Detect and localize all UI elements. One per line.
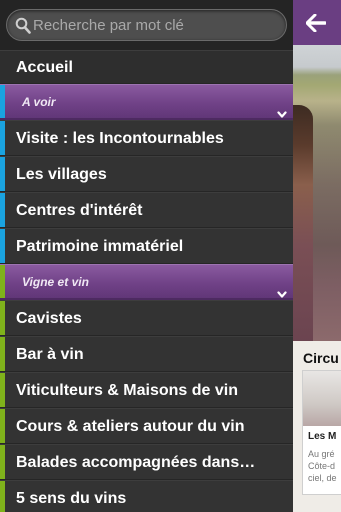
menu-item-villages[interactable]: Les villages: [0, 156, 293, 192]
category-color-bar: [0, 337, 5, 371]
card-text-line: ciel, de: [308, 473, 337, 483]
menu-item-label: Bar à vin: [16, 346, 84, 363]
card-title: Les M: [308, 431, 337, 442]
menu-item-centres-interet[interactable]: Centres d'intérêt: [0, 192, 293, 228]
back-arrow-icon[interactable]: [306, 13, 326, 32]
menu-item-balades[interactable]: Balades accompagnées dans…: [0, 444, 293, 480]
menu-item-accueil[interactable]: Accueil: [0, 50, 293, 84]
menu-item-patrimoine[interactable]: Patrimoine immatériel: [0, 228, 293, 264]
circuit-label: Circu: [303, 350, 339, 366]
menu-item-label: Cours & ateliers autour du vin: [16, 418, 245, 435]
card-text-line: Côte-d: [308, 461, 336, 471]
search-input[interactable]: [33, 10, 283, 40]
menu-item-5-sens[interactable]: 5 sens du vins: [0, 480, 293, 512]
category-color-bar: [0, 193, 5, 227]
menu-item-viticulteurs[interactable]: Viticulteurs & Maisons de vin: [0, 372, 293, 408]
hero-person: [293, 105, 313, 341]
section-a-voir[interactable]: A voir: [0, 84, 293, 120]
menu-item-label: Viticulteurs & Maisons de vin: [16, 382, 238, 399]
main-header: [293, 0, 341, 45]
main-content: Circu Les M Au gré Côte-d ciel, de: [293, 0, 341, 512]
hero-photo: [293, 45, 341, 341]
card-text: Au gré Côte-d ciel, de: [308, 448, 337, 484]
card-text-line: Au gré: [308, 449, 335, 459]
menu-item-visite[interactable]: Visite : les Incontournables: [0, 120, 293, 156]
category-color-bar: [0, 157, 5, 191]
category-color-bar: [0, 373, 5, 407]
menu-item-cavistes[interactable]: Cavistes: [0, 300, 293, 336]
category-color-bar: [0, 445, 5, 479]
navigation-drawer: Accueil A voir Visite : les Incontournab…: [0, 0, 293, 512]
category-color-bar: [0, 121, 5, 155]
menu-item-label: 5 sens du vins: [16, 490, 127, 507]
menu-item-cours-ateliers[interactable]: Cours & ateliers autour du vin: [0, 408, 293, 444]
search-box[interactable]: [6, 9, 287, 41]
menu-item-label: Visite : les Incontournables: [16, 130, 224, 147]
search-bar: [0, 0, 293, 50]
menu-item-label: Patrimoine immatériel: [16, 238, 184, 255]
search-icon: [15, 17, 31, 39]
menu-item-bar-a-vin[interactable]: Bar à vin: [0, 336, 293, 372]
category-color-bar: [0, 409, 5, 443]
menu-item-label: Centres d'intérêt: [16, 202, 143, 219]
menu-item-label: Cavistes: [16, 310, 82, 327]
category-color-bar: [0, 229, 5, 263]
category-color-bar: [0, 301, 5, 335]
menu-item-label: Balades accompagnées dans…: [16, 454, 256, 471]
section-color-bar: [0, 85, 5, 120]
circuit-card[interactable]: Les M Au gré Côte-d ciel, de: [302, 370, 341, 495]
section-vigne-et-vin[interactable]: Vigne et vin: [0, 264, 293, 300]
card-image: [303, 371, 341, 426]
section-color-bar: [0, 265, 5, 300]
menu-item-label: Les villages: [16, 166, 107, 183]
section-label: A voir: [22, 95, 56, 109]
category-color-bar: [0, 481, 5, 512]
section-label: Vigne et vin: [22, 275, 89, 289]
